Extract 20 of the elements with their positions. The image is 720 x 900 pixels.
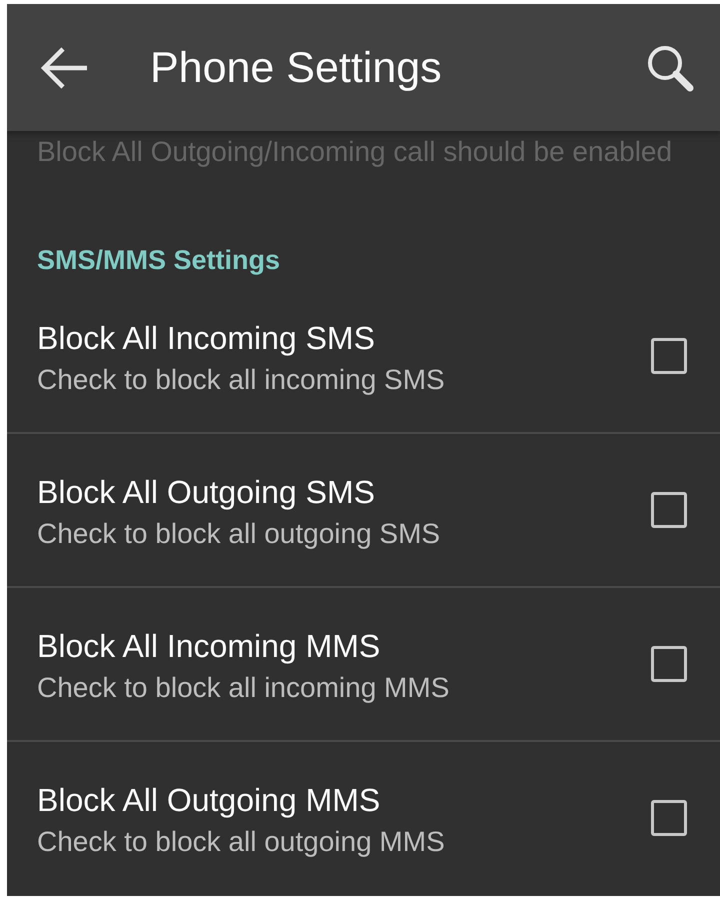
checkbox[interactable] xyxy=(651,492,687,528)
preference-summary: Check to block all incoming MMS xyxy=(37,672,450,704)
back-arrow-icon xyxy=(41,46,89,90)
preference-summary: Check to block all outgoing SMS xyxy=(37,518,440,550)
preference-title: Block All Incoming MMS xyxy=(37,628,382,664)
preference-row[interactable]: Block All Outgoing MMS Check to block all outgoing MMS xyxy=(7,742,720,896)
preference-row[interactable]: Block All Incoming MMS Check to block all incoming MMS xyxy=(7,588,720,742)
preference-summary: Check to block all incoming SMS xyxy=(37,364,445,396)
preference-summary: Check to block all outgoing MMS xyxy=(37,826,445,858)
checkbox[interactable] xyxy=(651,800,687,836)
preference-row[interactable]: Block All Outgoing SMS Check to block all outgoing SMS xyxy=(7,434,720,588)
screen-title: Phone Settings xyxy=(150,44,442,92)
search-icon xyxy=(646,44,694,92)
category-header: SMS/MMS Settings xyxy=(37,245,282,275)
preference-title: Block All Outgoing SMS xyxy=(37,474,376,510)
preference-title: Block All Incoming SMS xyxy=(37,320,376,356)
checkbox[interactable] xyxy=(651,338,687,374)
preference-row[interactable]: Block All Incoming SMS Check to block all incoming SMS xyxy=(7,280,720,434)
preference-title: Block All Outgoing MMS xyxy=(37,782,382,818)
checkbox[interactable] xyxy=(651,646,687,682)
